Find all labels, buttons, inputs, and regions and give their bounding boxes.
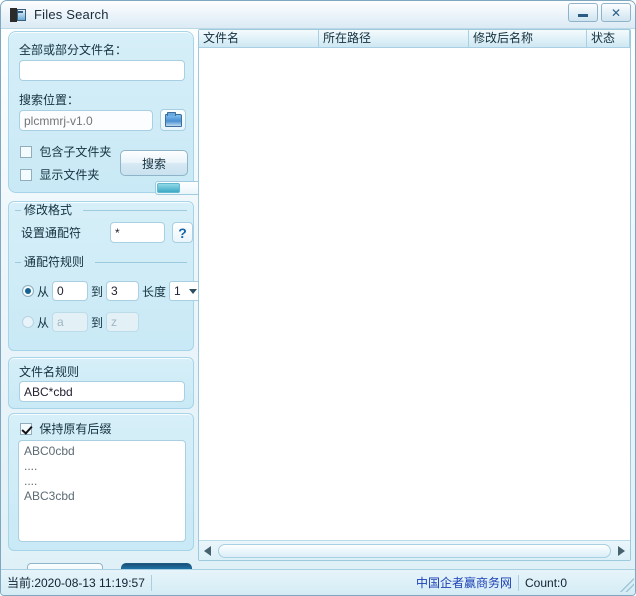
chevron-down-icon (189, 288, 198, 294)
status-brand: 中国企者赢商务网 (415, 575, 512, 590)
location-label: 搜索位置： (19, 93, 80, 107)
progress-indicator (155, 181, 201, 195)
location-input[interactable] (19, 110, 153, 131)
application-window: Files Search ✕ 全部或部分文件名： 搜索位置： 包含子文件夹 显示… (0, 0, 636, 596)
progress-chunk (157, 183, 180, 193)
window-controls: ✕ (568, 3, 631, 22)
checkbox-box (20, 169, 32, 181)
app-icon (10, 7, 26, 22)
rule1-from-input[interactable] (52, 281, 89, 301)
window-title: Files Search (34, 7, 109, 22)
rule2-to-label: 到 (91, 315, 104, 330)
wildcard-input[interactable] (110, 222, 165, 243)
scroll-right-button[interactable] (613, 542, 630, 560)
wildcard-rule-numeric-row: 从 到 长度 1 (22, 281, 202, 301)
rule1-length-value: 1 (174, 284, 181, 298)
minimize-button[interactable] (568, 3, 598, 22)
name-rule-label: 文件名规则 (19, 365, 80, 379)
checkbox-box (20, 146, 32, 158)
scrollbar-thumb[interactable] (218, 543, 611, 558)
preview-line: ABC3cbd (24, 489, 75, 503)
rule2-from-label: 从 (37, 315, 50, 330)
preview-line: .... (24, 474, 38, 488)
rule1-to-label: 到 (91, 284, 104, 299)
horizontal-scrollbar[interactable] (199, 540, 630, 560)
name-rule-input[interactable] (19, 381, 185, 402)
search-button[interactable]: 搜索 (120, 150, 188, 176)
status-divider (150, 574, 152, 591)
preview-list[interactable]: ABC0cbd........ ABC3cbd (18, 440, 186, 542)
rule-group-legend: 通配符规则 (24, 255, 85, 269)
wildcard-label: 设置通配符 (21, 226, 82, 240)
show-folders-label: 显示文件夹 (39, 168, 100, 182)
close-button[interactable]: ✕ (601, 3, 631, 22)
folder-icon (164, 111, 182, 127)
arrow-left-icon (204, 545, 211, 556)
show-folders-checkbox[interactable]: 显示文件夹 (20, 166, 99, 183)
keep-suffix-checkbox[interactable]: 保持原有后缀 (20, 420, 111, 437)
column-header-2[interactable]: 修改后名称 (469, 30, 587, 47)
minimize-icon (578, 13, 588, 17)
results-header: 文件名 所在路径 修改后名称 状态 (199, 30, 630, 48)
preview-line: .... (24, 459, 38, 473)
wildcard-rule-alpha-row: 从 到 (22, 312, 140, 332)
scroll-left-button[interactable] (199, 542, 216, 560)
rule1-from-label: 从 (37, 284, 50, 299)
rule-alpha-radio[interactable] (22, 316, 34, 328)
status-current-time: 当前:2020-08-13 11:19:57 (7, 575, 145, 590)
rule-numeric-radio[interactable] (22, 285, 34, 297)
include-subfolders-checkbox[interactable]: 包含子文件夹 (20, 143, 111, 160)
status-bar: 当前:2020-08-13 11:19:57 中国企者赢商务网 Count:0 (1, 569, 635, 595)
rule1-length-label: 长度 (142, 284, 167, 299)
column-header-1[interactable]: 所在路径 (319, 30, 469, 47)
rule1-length-select[interactable]: 1 (169, 281, 202, 301)
keep-suffix-label: 保持原有后缀 (39, 422, 112, 436)
rule1-to-input[interactable] (106, 281, 140, 301)
rule2-to-input[interactable] (106, 312, 140, 332)
search-group: 全部或部分文件名： 搜索位置： 包含子文件夹 显示文件夹 搜索 (8, 31, 201, 195)
format-group-legend: 修改格式 (24, 203, 73, 217)
filename-input[interactable] (19, 60, 185, 81)
title-bar: Files Search ✕ (1, 1, 635, 29)
results-panel: 文件名 所在路径 修改后名称 状态 (198, 29, 631, 561)
format-group: 修改格式 设置通配符 ? 通配符规则 从 到 长度 1 (8, 201, 202, 351)
filename-label: 全部或部分文件名： (19, 43, 128, 57)
results-body[interactable] (199, 48, 630, 540)
name-rule-group: 文件名规则 (8, 357, 194, 409)
column-header-0[interactable]: 文件名 (199, 30, 319, 47)
checkbox-box (20, 423, 32, 435)
include-subfolders-label: 包含子文件夹 (39, 145, 112, 159)
arrow-right-icon (618, 545, 625, 556)
preview-line: ABC0cbd (24, 444, 75, 458)
resize-grip-icon[interactable] (618, 576, 634, 592)
column-header-3[interactable]: 状态 (587, 30, 630, 47)
preview-group: 保持原有后缀 ABC0cbd........ ABC3cbd (8, 413, 194, 551)
browse-folder-button[interactable] (160, 109, 186, 131)
left-panel: 全部或部分文件名： 搜索位置： 包含子文件夹 显示文件夹 搜索 修改格 (8, 31, 202, 587)
help-icon[interactable]: ? (172, 222, 193, 243)
rule2-from-input[interactable] (52, 312, 89, 332)
